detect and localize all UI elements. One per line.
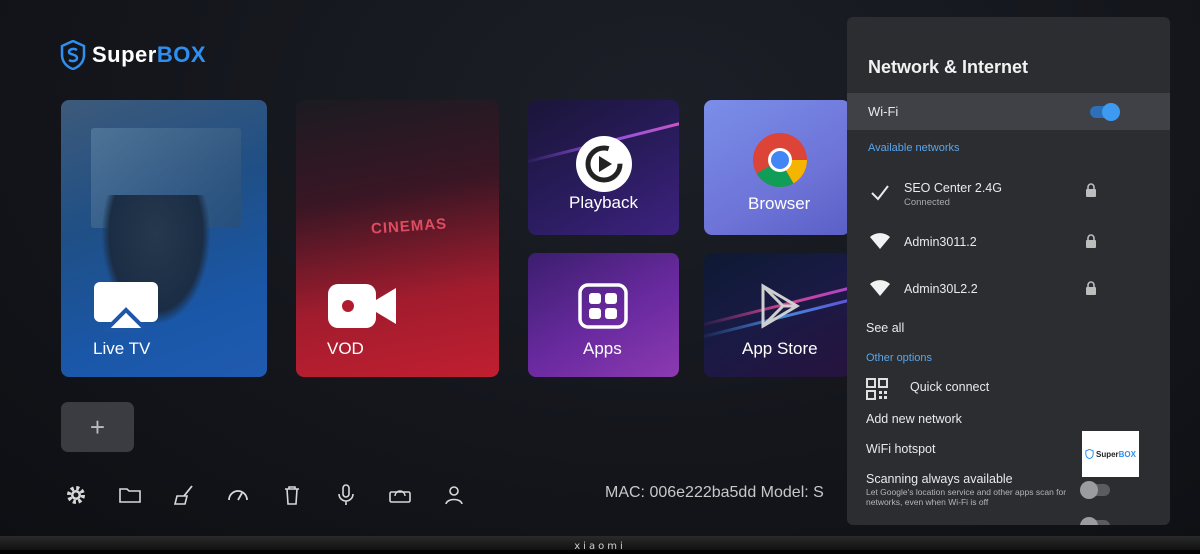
apps-tile[interactable]: Apps [528,253,679,377]
scanning-toggle[interactable] [1080,481,1110,499]
network-status: Connected [904,197,950,208]
vod-tile[interactable]: CINEMAS VOD [296,100,499,377]
qr-code-icon [866,378,888,400]
vod-label: VOD [327,339,364,358]
shield-logo-icon [60,40,86,70]
wifi-label: Wi-Fi [868,104,899,119]
shield-logo-icon [1085,449,1094,459]
network-item[interactable]: Admin3011.2 [847,221,1170,261]
quick-connect-button[interactable]: Quick connect [910,380,989,394]
network-ssid: Admin3011.2 [904,235,977,249]
scanning-title: Scanning always available [866,472,1013,486]
superbox-watermark: SuperBOX [1082,431,1139,477]
speedometer-icon [228,490,248,501]
folder-icon [119,488,141,503]
network-item[interactable]: SEO Center 2.4G Connected [847,173,1170,213]
uninstall-button[interactable] [278,482,306,508]
network-settings-panel: Network & Internet Wi-Fi Available netwo… [847,17,1170,525]
lock-icon [1086,234,1096,248]
live-tv-tile[interactable]: Live TV [61,100,267,377]
app-store-tile[interactable]: App Store [704,253,850,377]
see-all-button[interactable]: See all [866,321,904,335]
wifi-signal-icon [870,233,890,249]
available-networks-header: Available networks [868,142,960,154]
broom-icon [173,485,193,505]
router-icon [389,490,411,503]
checkmark-icon [871,185,889,201]
scanning-description: Let Google's location service and other … [866,487,1067,507]
lock-icon [1086,281,1096,295]
play-store-icon [761,283,800,329]
apps-label: Apps [583,339,622,358]
gear-icon [67,486,85,504]
chrome-icon [753,133,807,188]
file-manager-button[interactable] [116,482,144,508]
next-option-toggle[interactable] [1080,517,1110,525]
bottom-toolbar [62,482,468,508]
toggle-knob [1080,481,1098,499]
browser-tile[interactable]: Browser [704,100,850,235]
apps-grid-icon [578,283,628,329]
add-shortcut-button[interactable]: + [61,402,134,452]
other-options-header: Other options [866,352,933,364]
mac-model-info: MAC: 006e222ba5dd Model: S [605,484,824,501]
voice-button[interactable] [332,482,360,508]
settings-button[interactable] [62,482,90,508]
watermark-text-part1: Super [1095,449,1119,459]
add-network-button[interactable]: Add new network [866,412,962,426]
brand-name: SuperBOX [92,42,206,68]
playback-tile[interactable]: Playback [528,100,679,235]
user-icon [445,486,463,505]
video-camera-icon [328,284,396,328]
superbox-logo: SuperBOX [60,40,206,70]
app-store-label: App Store [742,339,818,358]
brand-name-part2: BOX [156,42,207,67]
tv-screen: SuperBOX Live TV CINEMAS VOD Playback Br… [0,0,1200,536]
wifi-hotspot-button[interactable]: WiFi hotspot [866,442,935,456]
live-tv-label: Live TV [93,339,151,358]
cast-tv-icon [94,282,158,332]
toggle-knob [1080,517,1098,525]
panel-title: Network & Internet [868,57,1029,77]
network-item[interactable]: Admin30L2.2 [847,268,1170,308]
account-button[interactable] [440,482,468,508]
brand-name-part1: Super [92,42,157,67]
microphone-icon [338,484,354,505]
wifi-toggle[interactable] [1090,103,1120,121]
wifi-toggle-row[interactable]: Wi-Fi [847,93,1170,130]
network-ssid: Admin30L2.2 [904,282,978,296]
cinema-sign: CINEMAS [370,215,448,238]
playback-icon [576,136,632,192]
tv-bezel: xiaomi [0,536,1200,552]
playback-label: Playback [569,193,638,212]
trash-icon [285,486,299,505]
cleaner-button[interactable] [170,482,198,508]
lock-icon [1086,183,1096,197]
network-button[interactable] [386,482,414,508]
bezel-brand: xiaomi [574,541,626,552]
toggle-knob [1102,103,1120,121]
speed-test-button[interactable] [224,482,252,508]
watermark-text-part2: BOX [1118,449,1136,459]
network-ssid: SEO Center 2.4G [904,181,1002,195]
wifi-signal-icon [870,280,890,296]
browser-label: Browser [748,194,811,213]
